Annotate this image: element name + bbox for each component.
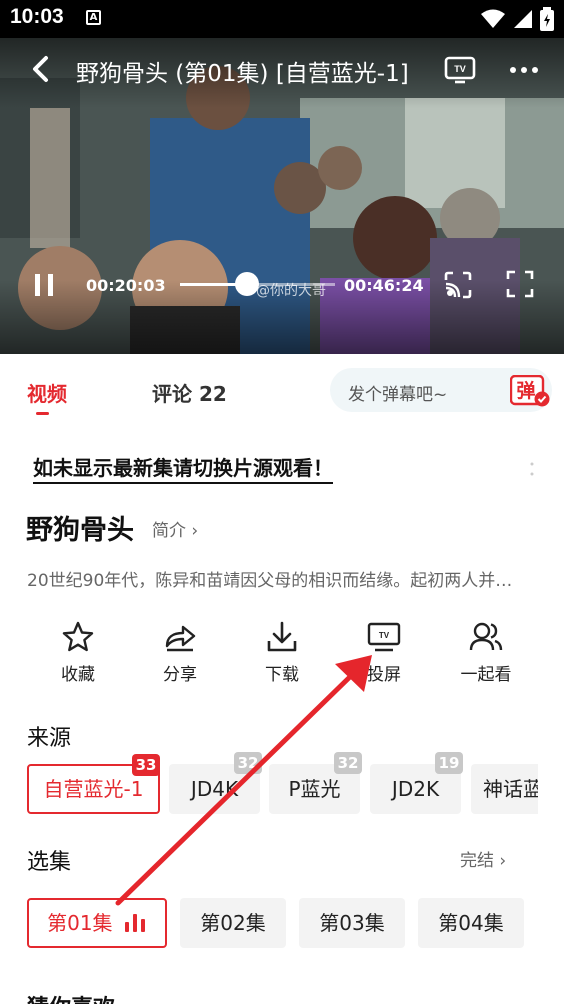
back-icon[interactable] <box>26 54 56 84</box>
watch-together-icon <box>469 622 503 651</box>
battery-icon <box>540 7 554 31</box>
system-icons <box>480 7 554 31</box>
action-label: 收藏 <box>61 665 95 685</box>
source-label: 自营蓝光-1 <box>43 777 144 801</box>
tv-cast-icon[interactable]: TV <box>444 55 476 85</box>
source-count-badge: 32 <box>334 752 362 774</box>
tab-comments[interactable]: 评论 22 <box>152 378 227 407</box>
action-bar: 收藏 分享 下载 TV 投屏 一起看 <box>0 620 564 690</box>
episode-item[interactable]: 第01集 <box>27 898 167 948</box>
download-icon <box>267 621 297 652</box>
player-title: 野狗骨头 (第01集) [自营蓝光-1] <box>76 61 409 87</box>
source-item[interactable]: P蓝光 32 <box>269 752 362 814</box>
detail-content: 如未显示最新集请切换片源观看！ ： 野狗骨头 简介 › 20世纪90年代，陈异和… <box>0 424 564 1004</box>
source-count-badge: 19 <box>435 752 463 774</box>
intro-label: 简介 <box>152 521 186 541</box>
current-time: 00:20:03 <box>86 276 166 295</box>
show-title: 野狗骨头 <box>26 515 134 546</box>
action-label: 一起看 <box>460 665 512 685</box>
star-icon <box>62 621 94 652</box>
danmu-toggle-icon[interactable]: 弹 <box>510 375 550 407</box>
recommend-title: 猜你喜欢 <box>27 990 115 1004</box>
source-label: P蓝光 <box>288 777 341 801</box>
source-item[interactable]: 自营蓝光-1 33 <box>27 754 160 814</box>
chevron-right-icon: › <box>191 521 199 541</box>
episode-item[interactable]: 第03集 <box>299 898 405 948</box>
action-share[interactable]: 分享 <box>140 620 220 685</box>
action-label: 投屏 <box>367 665 401 685</box>
video-watermark: @你的大哥 <box>256 283 326 299</box>
detail-tabs: 视频 评论 22 发个弹幕吧~ 弹 <box>0 354 564 424</box>
source-item[interactable]: 神话蓝 <box>471 764 538 814</box>
action-cast[interactable]: TV 投屏 <box>344 620 424 685</box>
episode-list: 第01集 第02集 第03集 第04集 <box>0 898 564 950</box>
episodes-status-link[interactable]: 完结 › <box>460 846 506 871</box>
source-label: JD2K <box>391 777 440 801</box>
more-icon[interactable] <box>508 55 540 85</box>
episodes-title: 选集 <box>27 850 72 875</box>
episode-item[interactable]: 第04集 <box>418 898 524 948</box>
signal-icon <box>514 10 532 28</box>
episode-label: 第01集 <box>47 911 113 935</box>
intro-link[interactable]: 简介 › <box>152 516 198 541</box>
cast-screen-icon: TV <box>367 622 401 652</box>
status-time: 10:03 <box>10 5 64 28</box>
chevron-right-icon: › <box>499 851 507 871</box>
video-player[interactable]: 野狗骨头 (第01集) [自营蓝光-1] TV <box>0 38 564 354</box>
screen-mirror-icon[interactable] <box>443 270 473 300</box>
source-item[interactable]: JD2K 19 <box>370 752 463 814</box>
svg-text:TV: TV <box>379 631 390 640</box>
danmu-button-label: 弹 <box>516 379 535 402</box>
episode-item[interactable]: 第02集 <box>180 898 286 948</box>
source-label: JD4K <box>190 777 239 801</box>
wifi-icon <box>481 9 505 28</box>
source-count-badge: 32 <box>234 752 262 774</box>
svg-text:TV: TV <box>454 64 466 74</box>
episodes-status: 完结 <box>460 851 494 871</box>
show-description: 20世纪90年代，陈异和苗靖因父母的相识而结缘。起初两人并不和睦 <box>27 571 527 591</box>
pause-icon[interactable] <box>31 272 57 298</box>
source-list: 自营蓝光-1 33 JD4K 32 P蓝光 32 JD2K 19 神话蓝 <box>0 752 564 820</box>
tab-video[interactable]: 视频 <box>27 378 67 407</box>
action-label: 分享 <box>163 665 197 685</box>
danmu-placeholder: 发个弹幕吧~ <box>348 385 448 405</box>
source-item[interactable]: JD4K 32 <box>169 752 262 814</box>
status-bar: 10:03 A <box>0 0 564 38</box>
notification-a-icon: A <box>86 10 101 25</box>
notice-marquee: 如未显示最新集请切换片源观看！ <box>33 452 333 484</box>
sources-title: 来源 <box>27 726 72 751</box>
now-playing-icon <box>124 914 145 932</box>
total-time: 00:46:24 <box>344 276 424 295</box>
notice-marquee-edge: ： <box>527 456 547 480</box>
action-favorite[interactable]: 收藏 <box>38 620 118 685</box>
share-icon <box>165 625 196 652</box>
action-watch-together[interactable]: 一起看 <box>446 620 526 685</box>
source-count-badge: 33 <box>132 754 160 776</box>
tab-active-indicator <box>36 412 49 415</box>
action-download[interactable]: 下载 <box>242 620 322 685</box>
fullscreen-icon[interactable] <box>506 270 534 298</box>
action-label: 下载 <box>265 665 299 685</box>
source-label: 神话蓝 <box>483 777 538 801</box>
